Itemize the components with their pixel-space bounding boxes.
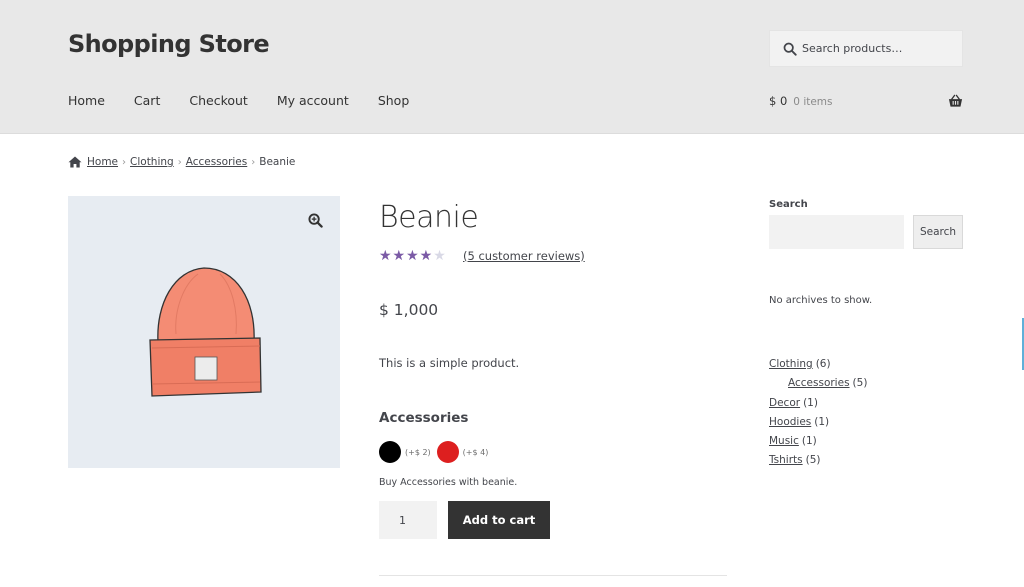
- star-rating: ★★★★★ ★★★★★: [379, 249, 455, 263]
- customer-reviews-link[interactable]: (5 customer reviews): [463, 249, 585, 263]
- category-count: (1): [801, 435, 817, 448]
- nav-cart[interactable]: Cart: [134, 93, 160, 108]
- category-count: (1): [803, 396, 818, 409]
- header-cart-summary[interactable]: $ 0 0 items: [769, 94, 833, 108]
- breadcrumb-separator: ›: [251, 156, 256, 168]
- category-item: Hoodies (1): [769, 415, 867, 434]
- category-link-music[interactable]: Music: [769, 435, 799, 447]
- beanie-product-image: [149, 267, 262, 397]
- no-archives-text: No archives to show.: [769, 295, 873, 306]
- product-image-gallery[interactable]: [68, 196, 340, 468]
- category-item: Clothing (6): [769, 357, 867, 376]
- category-list: Clothing (6) Accessories (5) Decor (1) Hood…: [769, 357, 867, 473]
- nav-checkout[interactable]: Checkout: [189, 93, 247, 108]
- breadcrumb: Home › Clothing › Accessories › Beanie: [68, 156, 295, 168]
- add-to-cart-button[interactable]: Add to cart: [448, 501, 550, 539]
- site-title[interactable]: Shopping Store: [68, 30, 270, 58]
- category-link-hoodies[interactable]: Hoodies: [769, 416, 811, 428]
- category-item: Decor (1): [769, 396, 867, 415]
- quantity-input[interactable]: [379, 501, 437, 539]
- breadcrumb-current: Beanie: [259, 156, 296, 168]
- cart-total: $ 0: [769, 94, 788, 108]
- addon-description: Buy Accessories with beanie.: [379, 477, 518, 488]
- basket-icon[interactable]: [948, 94, 963, 108]
- divider: [379, 575, 727, 576]
- nav-home[interactable]: Home: [68, 93, 105, 108]
- star-rating-filled: ★★★★★: [379, 249, 433, 263]
- nav-my-account[interactable]: My account: [277, 93, 349, 108]
- primary-nav: Home Cart Checkout My account Shop: [68, 93, 438, 108]
- breadcrumb-separator: ›: [177, 156, 182, 168]
- category-count: (5): [805, 454, 821, 467]
- product-title: Beanie: [379, 200, 479, 235]
- category-count: (1): [814, 415, 830, 428]
- category-item: Tshirts (5): [769, 453, 867, 472]
- accessory-swatches: (+$ 2) (+$ 4): [379, 441, 494, 463]
- sidebar-search-label: Search: [769, 199, 808, 210]
- category-item: Accessories (5): [769, 376, 867, 395]
- category-link-tshirts[interactable]: Tshirts: [769, 454, 803, 466]
- sidebar-search-input[interactable]: [769, 215, 904, 249]
- swatch-black-price: (+$ 2): [405, 447, 431, 457]
- site-header: Shopping Store Home Cart Checkout My acc…: [0, 0, 1024, 134]
- swatch-red[interactable]: [436, 441, 459, 463]
- breadcrumb-separator: ›: [122, 156, 127, 168]
- product-search-box[interactable]: [769, 30, 963, 67]
- search-icon: [783, 42, 797, 56]
- zoom-icon[interactable]: [308, 213, 323, 228]
- breadcrumb-clothing[interactable]: Clothing: [130, 156, 174, 168]
- product-price: $ 1,000: [379, 301, 439, 319]
- product-short-description: This is a simple product.: [379, 356, 520, 370]
- breadcrumb-accessories[interactable]: Accessories: [186, 156, 248, 168]
- category-link-decor[interactable]: Decor: [769, 397, 800, 409]
- category-count: (6): [815, 358, 831, 370]
- product-search-input[interactable]: [802, 42, 962, 55]
- swatch-black[interactable]: [379, 441, 401, 463]
- category-item: Music (1): [769, 434, 867, 453]
- breadcrumb-home[interactable]: Home: [87, 156, 118, 168]
- cart-item-count: 0 items: [793, 96, 833, 108]
- product-rating: ★★★★★ ★★★★★ (5 customer reviews): [379, 249, 585, 263]
- swatch-red-price: (+$ 4): [462, 447, 489, 457]
- nav-shop[interactable]: Shop: [378, 93, 409, 108]
- addon-title: Accessories: [379, 410, 469, 426]
- sidebar-search-button[interactable]: Search: [913, 215, 963, 249]
- category-link-accessories[interactable]: Accessories: [788, 377, 850, 389]
- home-icon: [68, 156, 82, 168]
- category-link-clothing[interactable]: Clothing: [769, 358, 813, 370]
- category-count: (5): [852, 377, 868, 390]
